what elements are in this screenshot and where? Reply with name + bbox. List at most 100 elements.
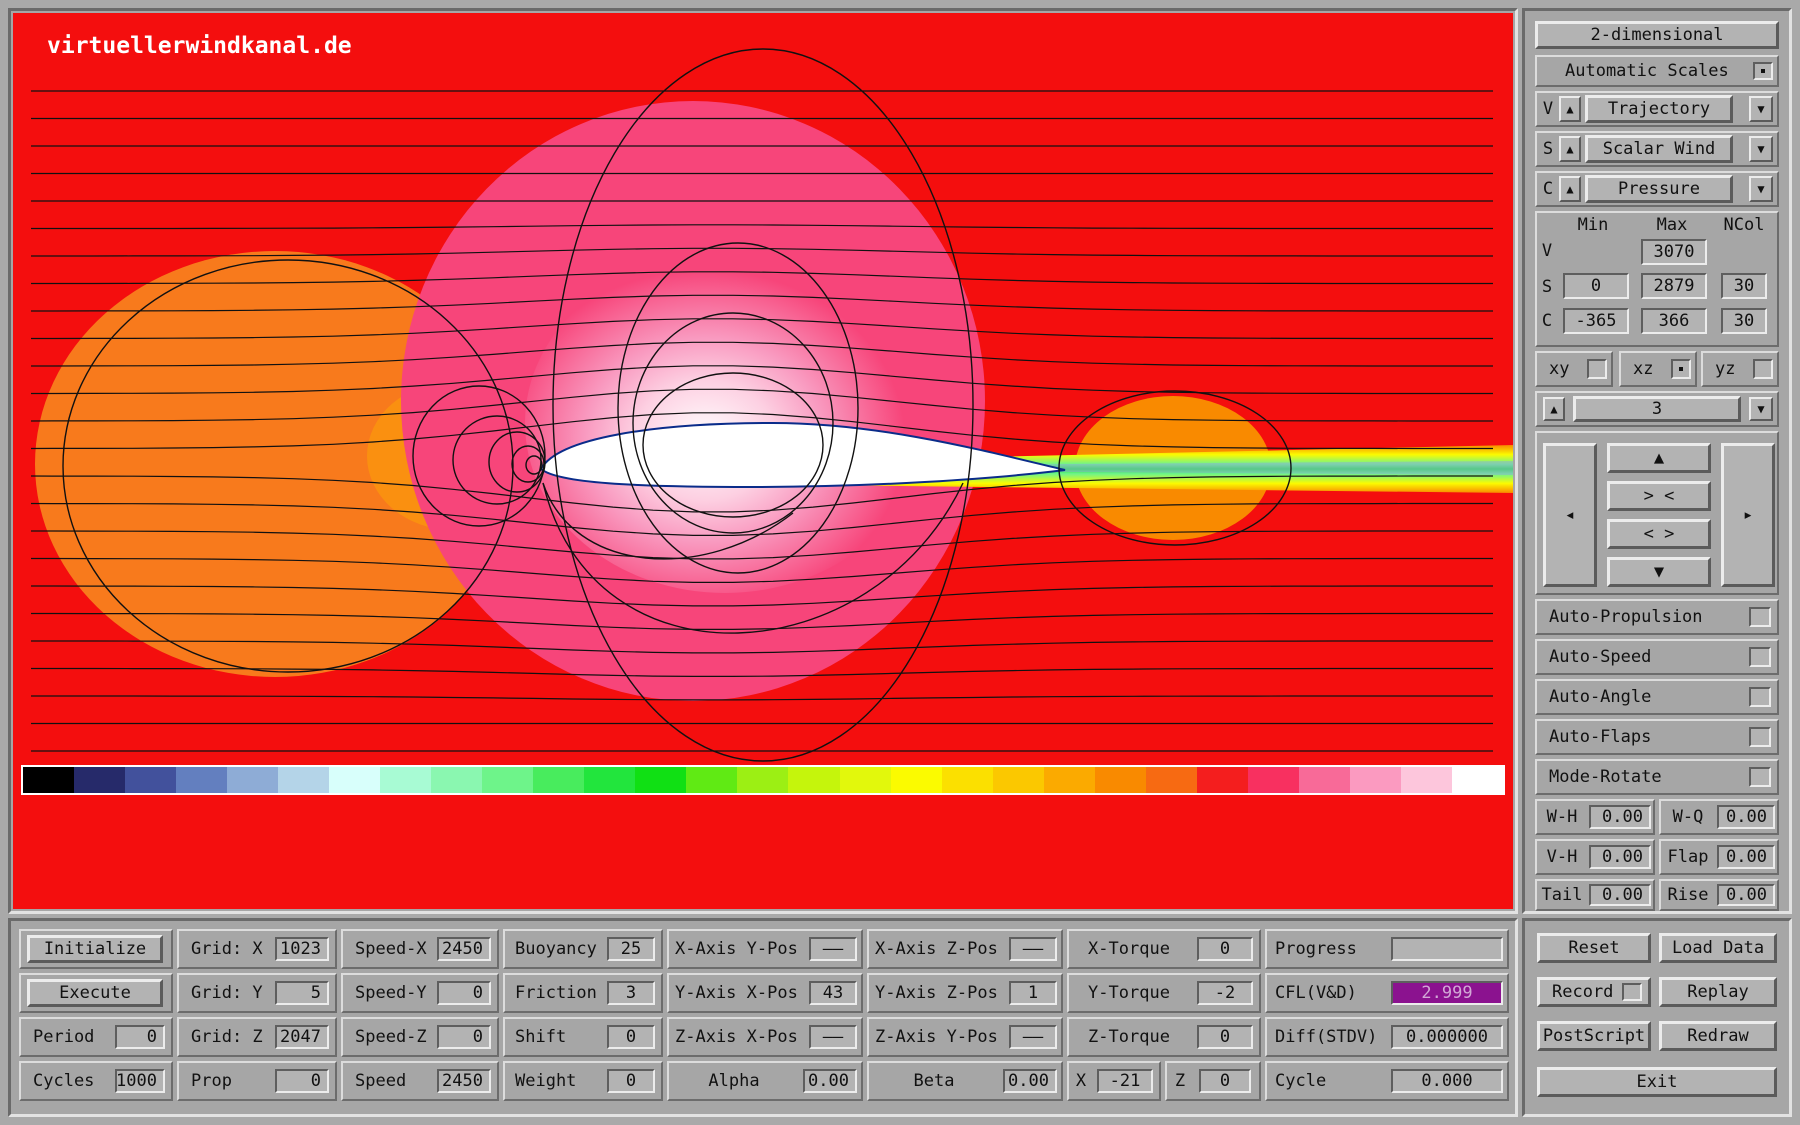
y-axis-z-pos-field[interactable]: 1 [1009,981,1057,1005]
grid-x-field[interactable]: 1023 [275,937,329,961]
reset-button[interactable]: Reset [1537,933,1651,963]
execute-button[interactable]: Execute [27,979,163,1007]
selector-prev-button[interactable]: ▲ [1559,136,1581,162]
plane-xz-checkbox[interactable] [1671,359,1691,379]
colorbar-swatch [23,767,75,793]
selector-prev-button[interactable]: ▲ [1559,96,1581,122]
z-torque-row: Z-Torque 0 [1067,1017,1261,1057]
axis-label: Y-Axis X-Pos [675,983,798,1003]
x-axis-z-pos-field[interactable]: —— [1009,937,1057,961]
weight-field[interactable]: 0 [607,1069,655,1093]
pan-right-button[interactable]: ▸ [1721,443,1775,587]
initialize-button[interactable]: Initialize [27,935,163,963]
v-h-field[interactable]: 0.00 [1589,845,1651,869]
z-label: Z [1174,1071,1186,1091]
speed-z-field[interactable]: 0 [437,1025,491,1049]
buoyancy-field[interactable]: 25 [607,937,655,961]
slice-up-button[interactable]: ▲ [1543,397,1565,421]
pan-left-button[interactable]: ◂ [1543,443,1597,587]
selector-value-trajectory[interactable]: Trajectory [1585,95,1733,123]
zoom-out-button[interactable]: < > [1607,519,1711,549]
exit-button[interactable]: Exit [1537,1067,1777,1097]
friction-field[interactable]: 3 [607,981,655,1005]
param-label: W-Q [1672,807,1704,827]
mode-rotate-checkbox[interactable] [1749,767,1771,787]
flap-field[interactable]: 0.00 [1717,845,1775,869]
grid-y-field[interactable]: 5 [275,981,329,1005]
replay-button[interactable]: Replay [1659,977,1777,1007]
slice-value[interactable]: 3 [1573,396,1741,422]
param-label: Flap [1667,847,1709,867]
auto-propulsion-checkbox[interactable] [1749,607,1771,627]
rise-field[interactable]: 0.00 [1717,884,1775,906]
tail-field[interactable]: 0.00 [1589,884,1651,906]
alpha-field[interactable]: 0.00 [803,1069,857,1093]
dimension-mode-button[interactable]: 2-dimensional [1535,21,1779,49]
speed-x-field[interactable]: 2450 [437,937,491,961]
auto-angle-checkbox[interactable] [1749,687,1771,707]
auto-speed-checkbox[interactable] [1749,647,1771,667]
selector-dropdown-button[interactable]: ▼ [1749,136,1773,162]
chevron-down-icon: ▼ [1757,142,1765,156]
grid-label: Grid: Y [191,983,263,1003]
selector-value-scalar-wind[interactable]: Scalar Wind [1585,135,1733,163]
selector-dropdown-button[interactable]: ▼ [1749,96,1773,122]
s-ncol-field[interactable]: 30 [1721,273,1767,299]
alpha-label: Alpha [708,1071,760,1091]
bottom-control-panel: Initialize Execute Period 0 Cycles 1000 … [8,918,1518,1117]
c-ncol-field[interactable]: 30 [1721,308,1767,334]
load-data-button[interactable]: Load Data [1659,933,1777,963]
colorbar [21,765,1505,795]
speed-y-field[interactable]: 0 [437,981,491,1005]
auto-scales-checkbox[interactable] [1753,62,1773,80]
pan-down-button[interactable]: ▼ [1607,557,1711,587]
x-axis-y-pos-field[interactable]: —— [809,937,857,961]
y-torque-field[interactable]: -2 [1197,981,1253,1005]
period-label: Period [33,1027,95,1047]
z-axis-x-pos-row: Z-Axis X-Pos —— [667,1017,863,1057]
plane-xy-checkbox[interactable] [1587,359,1607,379]
postscript-button[interactable]: PostScript [1537,1021,1651,1051]
plane-label: xz [1633,359,1654,379]
w-h-field[interactable]: 0.00 [1589,805,1651,829]
scales-box: Min Max NCol V 3070 S 0 2879 30 C -365 3… [1535,211,1779,347]
colorbar-swatch [839,767,891,793]
beta-field[interactable]: 0.00 [1003,1069,1057,1093]
x-axis-y-pos-row: X-Axis Y-Pos —— [667,929,863,969]
plane-yz-checkbox[interactable] [1753,359,1773,379]
zoom-in-button[interactable]: > < [1607,481,1711,511]
z-torque-field[interactable]: 0 [1197,1025,1253,1049]
c-max-field[interactable]: 366 [1641,308,1707,334]
shift-field[interactable]: 0 [607,1025,655,1049]
selector-value-pressure[interactable]: Pressure [1585,175,1733,203]
z-pos-field[interactable]: 0 [1199,1069,1251,1093]
param-label: W-H [1546,807,1578,827]
z-axis-y-pos-field[interactable]: —— [1009,1025,1057,1049]
cycle-label: Cycle [1275,1071,1327,1091]
w-q-field[interactable]: 0.00 [1717,805,1775,829]
phys-label: Weight [515,1071,577,1091]
beta-label: Beta [913,1071,955,1091]
flow-visualization[interactable]: virtuellerwindkanal.de [13,13,1513,909]
auto-flaps-checkbox[interactable] [1749,727,1771,747]
c-min-field[interactable]: -365 [1563,308,1629,334]
z-axis-x-pos-field[interactable]: —— [809,1025,857,1049]
prop-field[interactable]: 0 [275,1069,329,1093]
selector-prev-button[interactable]: ▲ [1559,176,1581,202]
cycles-field[interactable]: 1000 [115,1069,165,1093]
period-field[interactable]: 0 [115,1025,165,1049]
speed-field[interactable]: 2450 [437,1069,491,1093]
y-axis-x-pos-field[interactable]: 43 [809,981,857,1005]
s-max-field[interactable]: 2879 [1641,273,1707,299]
record-checkbox[interactable] [1622,983,1642,1001]
x-torque-field[interactable]: 0 [1197,937,1253,961]
record-button[interactable]: Record [1537,977,1651,1007]
slice-down-button[interactable]: ▼ [1749,397,1773,421]
redraw-button[interactable]: Redraw [1659,1021,1777,1051]
x-pos-field[interactable]: -21 [1097,1069,1153,1093]
pan-up-button[interactable]: ▲ [1607,443,1711,473]
grid-z-field[interactable]: 2047 [275,1025,329,1049]
selector-dropdown-button[interactable]: ▼ [1749,176,1773,202]
v-max-field[interactable]: 3070 [1641,239,1707,265]
s-min-field[interactable]: 0 [1563,273,1629,299]
